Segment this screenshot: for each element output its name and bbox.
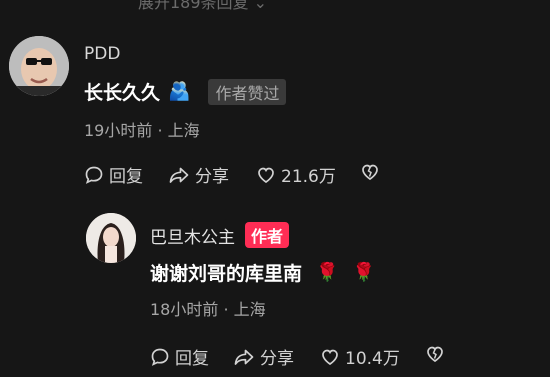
- reply-avatar[interactable]: [86, 213, 136, 263]
- reply-share-label: 分享: [260, 349, 294, 369]
- avatar-image: [9, 36, 69, 96]
- chevron-down-icon: ⌄: [253, 0, 268, 12]
- share-arrow-icon: [234, 349, 254, 365]
- reply-body: 谢谢刘哥的库里南 🌹 🌹: [150, 259, 375, 286]
- dislike-button[interactable]: [360, 162, 380, 182]
- reply-button[interactable]: 回复: [84, 162, 143, 187]
- reply-time-location: 18小时前 · 上海: [150, 300, 266, 319]
- heart-icon: [258, 167, 274, 183]
- reply-dislike-button[interactable]: [425, 344, 445, 364]
- share-arrow-icon: [169, 167, 189, 183]
- rose-emoji: 🌹: [352, 262, 375, 283]
- reply-reply-label: 回复: [175, 349, 209, 369]
- speech-bubble-icon: [85, 166, 103, 184]
- expand-replies-link[interactable]: 展开189条回复 ⌄: [138, 0, 267, 13]
- author-badge: 作者: [245, 222, 290, 248]
- share-button[interactable]: 分享: [168, 162, 229, 187]
- heart-icon: [322, 349, 338, 365]
- reply-like-button[interactable]: 10.4万: [320, 344, 400, 369]
- reply-reply-button[interactable]: 回复: [150, 344, 209, 369]
- reply-header: 巴旦木公主 作者: [150, 222, 290, 248]
- speech-bubble-icon: [151, 348, 169, 366]
- comment-body: 长长久久 🫂 作者赞过: [84, 78, 287, 105]
- avatar[interactable]: [9, 36, 69, 96]
- reply-author[interactable]: 巴旦木公主: [150, 223, 235, 248]
- author-liked-badge: 作者赞过: [208, 78, 287, 105]
- reply-share-button[interactable]: 分享: [233, 344, 294, 369]
- share-label: 分享: [195, 167, 229, 187]
- comment-time-location: 19小时前 · 上海: [84, 121, 200, 140]
- reply-label: 回复: [109, 167, 143, 187]
- reply-text: 谢谢刘哥的库里南: [150, 263, 303, 285]
- hug-emoji: 🫂: [168, 81, 191, 102]
- like-button[interactable]: 21.6万: [256, 162, 336, 187]
- broken-heart-icon: [427, 346, 443, 363]
- rose-emoji: 🌹: [316, 262, 339, 283]
- expand-replies-label: 展开189条回复: [138, 0, 249, 12]
- reply-like-count: 10.4万: [345, 349, 400, 369]
- comment-text: 长长久久: [84, 82, 161, 104]
- comment-author[interactable]: PDD: [84, 44, 120, 64]
- reply-avatar-image: [86, 213, 136, 263]
- like-count: 21.6万: [281, 167, 336, 187]
- broken-heart-icon: [362, 164, 378, 181]
